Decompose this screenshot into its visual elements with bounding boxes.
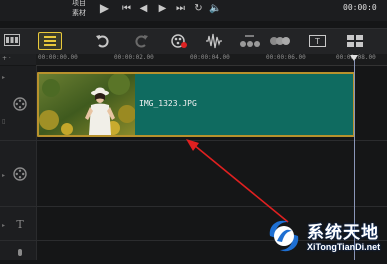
watermark-title: 系统天地: [307, 223, 379, 243]
watermark-url: XiTongTianDi.net: [307, 242, 381, 252]
watermark-logo-icon: [262, 214, 306, 258]
